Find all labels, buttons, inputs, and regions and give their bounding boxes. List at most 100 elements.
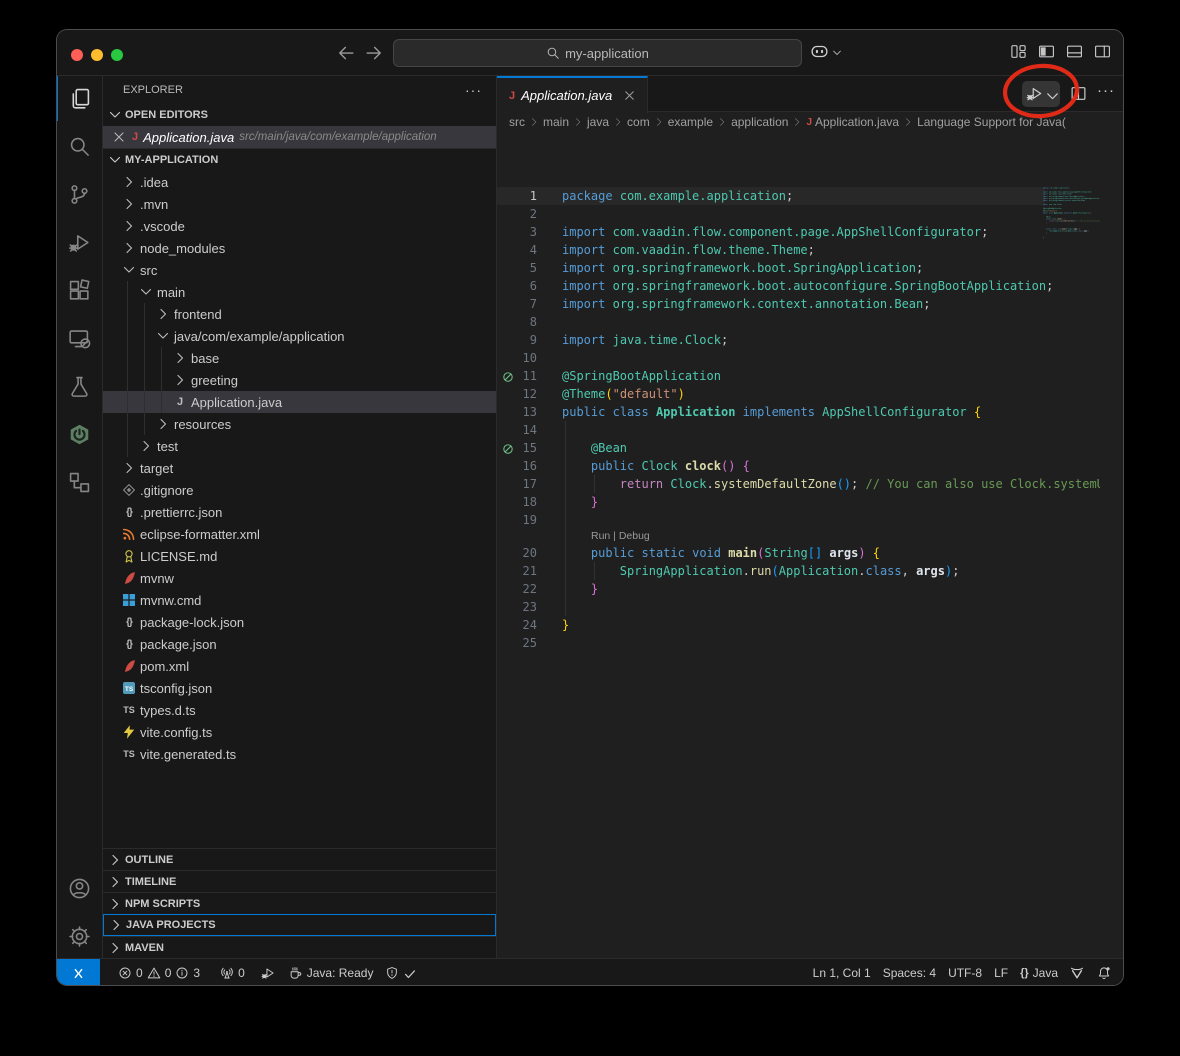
- close-editor-icon[interactable]: [111, 129, 127, 145]
- tree-item-.vscode[interactable]: .vscode: [103, 215, 496, 237]
- minimap[interactable]: package com.example.application;import c…: [1043, 187, 1100, 647]
- vaadin-status[interactable]: [1064, 966, 1091, 981]
- tree-item-src[interactable]: src: [103, 259, 496, 281]
- tree-item-eclipse-formatter.xml[interactable]: eclipse-formatter.xml: [103, 523, 496, 545]
- section-java-projects[interactable]: JAVA PROJECTS: [103, 914, 496, 936]
- tree-item-mvnw.cmd[interactable]: mvnw.cmd: [103, 589, 496, 611]
- remote-indicator[interactable]: [57, 959, 100, 985]
- code-line-4[interactable]: 4import com.vaadin.flow.theme.Theme;: [497, 241, 1045, 259]
- code-line-2[interactable]: 2: [497, 205, 1045, 223]
- breadcrumb-item[interactable]: JApplication.java: [806, 115, 899, 129]
- code-line-7[interactable]: 7import org.springframework.context.anno…: [497, 295, 1045, 313]
- breadcrumb-item[interactable]: src: [509, 115, 525, 129]
- breadcrumb-item[interactable]: java: [587, 115, 609, 129]
- breadcrumb-item[interactable]: Language Support for Java(: [917, 115, 1066, 129]
- open-editors-header[interactable]: OPEN EDITORS: [103, 104, 496, 126]
- activity-source-control[interactable]: [57, 172, 102, 217]
- minimize-window-button[interactable]: [91, 49, 103, 61]
- tree-item-.prettierrc.json[interactable]: {}.prettierrc.json: [103, 501, 496, 523]
- section-outline[interactable]: OUTLINE: [103, 848, 496, 870]
- activity-settings[interactable]: [57, 914, 102, 959]
- notifications-bell[interactable]: [1091, 966, 1117, 980]
- toggle-primary-sidebar-icon[interactable]: [1038, 43, 1055, 60]
- open-editor-entry[interactable]: J Application.java src/main/java/com/exa…: [103, 126, 496, 148]
- code-line-19[interactable]: 19: [497, 511, 1045, 529]
- split-editor-button[interactable]: [1070, 85, 1087, 102]
- encoding-status[interactable]: UTF-8: [942, 966, 988, 980]
- toggle-panel-icon[interactable]: [1066, 43, 1083, 60]
- code-line-3[interactable]: 3import com.vaadin.flow.component.page.A…: [497, 223, 1045, 241]
- code-line-21[interactable]: 21 SpringApplication.run(Application.cla…: [497, 562, 1045, 580]
- tree-item-target[interactable]: target: [103, 457, 496, 479]
- activity-remote-explorer[interactable]: [57, 316, 102, 361]
- tree-item-package-lock.json[interactable]: {}package-lock.json: [103, 611, 496, 633]
- activity-testing[interactable]: [57, 364, 102, 409]
- security-status[interactable]: [379, 959, 422, 985]
- code-line-10[interactable]: 10: [497, 349, 1045, 367]
- code-line-1[interactable]: 1package com.example.application;: [497, 187, 1045, 205]
- nav-forward-button[interactable]: [364, 43, 384, 63]
- code-line-12[interactable]: 12@Theme("default"): [497, 385, 1045, 403]
- breadcrumb-item[interactable]: main: [543, 115, 569, 129]
- code-line-15[interactable]: 15 @Bean: [497, 439, 1045, 457]
- tree-item-node-modules[interactable]: node_modules: [103, 237, 496, 259]
- tree-item-license.md[interactable]: LICENSE.md: [103, 545, 496, 567]
- code-line-5[interactable]: 5import org.springframework.boot.SpringA…: [497, 259, 1045, 277]
- eol-status[interactable]: LF: [988, 966, 1014, 980]
- code-editor[interactable]: 1package com.example.application;23impor…: [497, 132, 1123, 958]
- breadcrumb-item[interactable]: com: [627, 115, 650, 129]
- section-npm-scripts[interactable]: NPM SCRIPTS: [103, 892, 496, 914]
- section-timeline[interactable]: TIMELINE: [103, 870, 496, 892]
- tree-item-java-com-example-application[interactable]: java/com/example/application: [103, 325, 496, 347]
- run-java-button[interactable]: [1022, 81, 1060, 107]
- zoom-window-button[interactable]: [111, 49, 123, 61]
- code-line-6[interactable]: 6import org.springframework.boot.autocon…: [497, 277, 1045, 295]
- code-line-11[interactable]: 11@SpringBootApplication: [497, 367, 1045, 385]
- activity-extensions[interactable]: [57, 268, 102, 313]
- project-root-header[interactable]: MY-APPLICATION: [103, 148, 496, 171]
- toggle-secondary-sidebar-icon[interactable]: [1094, 43, 1111, 60]
- command-center-search[interactable]: my-application: [393, 39, 802, 67]
- cursor-position[interactable]: Ln 1, Col 1: [807, 966, 877, 980]
- code-line-23[interactable]: 23: [497, 598, 1045, 616]
- tree-item-.gitignore[interactable]: .gitignore: [103, 479, 496, 501]
- code-line-16[interactable]: 16 public Clock clock() {: [497, 457, 1045, 475]
- code-line-22[interactable]: 22 }: [497, 580, 1045, 598]
- tree-item-types.d.ts[interactable]: TStypes.d.ts: [103, 699, 496, 721]
- code-line-9[interactable]: 9import java.time.Clock;: [497, 331, 1045, 349]
- nav-back-button[interactable]: [336, 43, 356, 63]
- tree-item-main[interactable]: main: [103, 281, 496, 303]
- code-line-8[interactable]: 8: [497, 313, 1045, 331]
- close-window-button[interactable]: [71, 49, 83, 61]
- code-line-14[interactable]: 14: [497, 421, 1045, 439]
- code-line-20[interactable]: 20 public static void main(String[] args…: [497, 544, 1045, 562]
- close-tab-icon[interactable]: [622, 88, 637, 103]
- tree-item-pom.xml[interactable]: pom.xml: [103, 655, 496, 677]
- problems-status[interactable]: 0 0 3: [112, 959, 206, 985]
- code-line-18[interactable]: 18 }: [497, 493, 1045, 511]
- java-status[interactable]: Java: Ready: [282, 959, 380, 985]
- section-maven[interactable]: MAVEN: [103, 936, 496, 958]
- tree-item-.mvn[interactable]: .mvn: [103, 193, 496, 215]
- breadcrumb-item[interactable]: example: [668, 115, 713, 129]
- ports-status[interactable]: 0: [214, 959, 251, 985]
- code-line-24[interactable]: 24}: [497, 616, 1045, 634]
- editor-more-actions[interactable]: ···: [1097, 82, 1115, 105]
- tree-item-.idea[interactable]: .idea: [103, 171, 496, 193]
- tree-item-package.json[interactable]: {}package.json: [103, 633, 496, 655]
- tree-item-mvnw[interactable]: mvnw: [103, 567, 496, 589]
- activity-run-and-debug[interactable]: [57, 220, 102, 265]
- explorer-more-actions[interactable]: ···: [465, 82, 482, 98]
- codelens-run-debug[interactable]: Run | Debug: [497, 529, 1045, 544]
- code-line-17[interactable]: 17 return Clock.systemDefaultZone(); // …: [497, 475, 1045, 493]
- activity-explorer[interactable]: [57, 76, 103, 121]
- scrollbar[interactable]: [1100, 187, 1123, 958]
- tree-item-vite.config.ts[interactable]: vite.config.ts: [103, 721, 496, 743]
- activity-search[interactable]: [57, 124, 102, 169]
- indentation-status[interactable]: Spaces: 4: [877, 966, 942, 980]
- activity-project-manager[interactable]: [57, 460, 102, 505]
- language-mode[interactable]: {} Java: [1014, 966, 1064, 980]
- run-status[interactable]: [255, 959, 282, 985]
- code-line-25[interactable]: 25: [497, 634, 1045, 652]
- tree-item-test[interactable]: test: [103, 435, 496, 457]
